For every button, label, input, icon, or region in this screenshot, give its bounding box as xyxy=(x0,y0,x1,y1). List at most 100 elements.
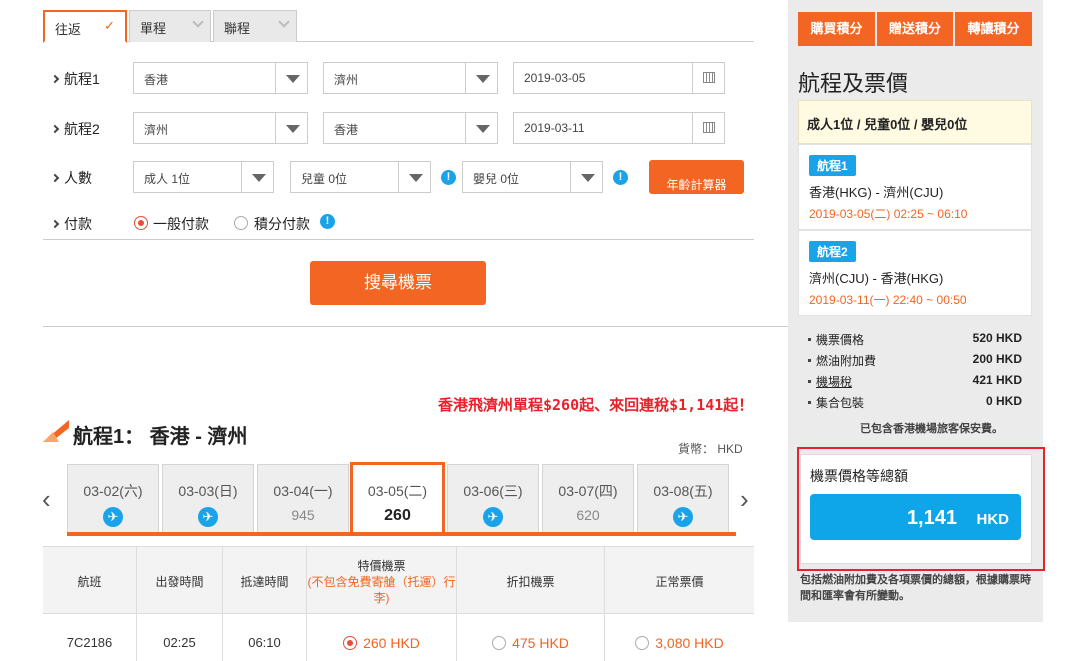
caret-down-icon xyxy=(286,75,300,83)
calendar-button[interactable] xyxy=(692,113,724,143)
caret-down-icon xyxy=(476,75,490,83)
tab-round-trip[interactable]: 往返 ✓ xyxy=(43,10,127,43)
divider xyxy=(43,239,754,240)
leg2-badge: 航程2 xyxy=(809,241,856,262)
col-special: 特價機票 (不包含免費寄艙（托運）行李) xyxy=(307,547,457,615)
tab-multi-city[interactable]: 聯程 xyxy=(213,10,297,42)
trip-type-tabs: 往返 ✓ 單程 聯程 xyxy=(43,10,754,43)
leg2-time: 2019-03-11(一) 22:40 ~ 00:50 xyxy=(809,293,967,307)
dropdown-button[interactable] xyxy=(275,63,307,93)
date-cell[interactable]: 03-07(四) 620 xyxy=(542,464,634,534)
airport-tax-link[interactable]: 機場稅 xyxy=(816,375,852,389)
leg1-label: 航程1 xyxy=(50,69,100,89)
flight-section-title: 航程1： 香港 - 濟州 xyxy=(73,426,248,448)
cell-depart: 02:25 xyxy=(137,614,223,661)
cell-arrive: 06:10 xyxy=(223,614,307,661)
leg2-date-field[interactable]: 2019-03-11 xyxy=(513,112,725,144)
date-label: 03-02(六) xyxy=(83,483,143,499)
date-cell-selected[interactable]: 03-05(二) 260 xyxy=(350,462,445,536)
payment-label: 付款 xyxy=(50,214,92,234)
gift-points-button[interactable]: 贈送積分 xyxy=(877,12,953,46)
divider xyxy=(43,326,788,327)
child-select[interactable]: 兒童 0位 xyxy=(290,161,431,193)
date-price: 620 xyxy=(576,507,600,523)
date-cell[interactable]: 03-08(五) ✈ xyxy=(637,464,729,534)
next-dates-icon[interactable]: › xyxy=(740,484,749,515)
fare-regular-radio[interactable] xyxy=(635,636,650,650)
fare-discount-price: 475 HKD xyxy=(512,635,569,651)
date-price: 945 xyxy=(291,507,315,523)
cell-discount: 475 HKD xyxy=(457,614,605,661)
leg2-date-value: 2019-03-11 xyxy=(524,121,585,135)
leg2-from-select[interactable]: 濟州 xyxy=(133,112,308,144)
tab-one-way[interactable]: 單程 xyxy=(129,10,211,42)
date-label: 03-04(一) xyxy=(273,483,333,499)
date-cell[interactable]: 03-02(六) ✈ xyxy=(67,464,159,534)
plane-icon: ✈ xyxy=(673,507,693,527)
payment-normal-radio[interactable] xyxy=(134,216,148,230)
caret-down-icon xyxy=(476,125,490,133)
fare-line-ticket: 機票價格 520 HKD xyxy=(808,331,1022,348)
buy-points-button[interactable]: 購買積分 xyxy=(798,12,875,46)
adult-select[interactable]: 成人 1位 xyxy=(133,161,274,193)
plane-icon: ✈ xyxy=(483,507,503,527)
leg1-to-select[interactable]: 濟州 xyxy=(323,62,498,94)
points-info-icon[interactable]: ! xyxy=(320,214,335,229)
passenger-summary: 成人1位 / 兒童0位 / 嬰兒0位 xyxy=(798,100,1032,144)
date-label: 03-08(五) xyxy=(653,483,713,499)
total-note: 包括燃油附加費及各項票價的總額，根據購票時間和匯率會有所變動。 xyxy=(800,574,1031,602)
search-flights-button[interactable]: 搜尋機票 xyxy=(310,261,486,305)
fare-special-price: 260 HKD xyxy=(363,635,420,651)
check-icon: ✓ xyxy=(104,18,115,33)
leg1-badge: 航程1 xyxy=(809,155,856,176)
promo-banner: 香港飛濟州單程$260起、來回連稅$1,141起！ xyxy=(438,396,754,414)
panel-title: 航程及票價 xyxy=(798,71,909,96)
leg1-from-select[interactable]: 香港 xyxy=(133,62,308,94)
calendar-button[interactable] xyxy=(692,63,724,93)
fare-discount-radio[interactable] xyxy=(492,636,507,650)
infant-select[interactable]: 嬰兒 0位 xyxy=(462,161,603,193)
chevron-right-icon xyxy=(50,74,60,84)
col-depart: 出發時間 xyxy=(137,547,223,615)
plane-icon: ✈ xyxy=(103,507,123,527)
date-cell[interactable]: 03-04(一) 945 xyxy=(257,464,349,534)
leg1-summary: 航程1 香港(HKG) - 濟州(CJU) 2019-03-05(二) 02:2… xyxy=(798,144,1032,230)
col-arrive: 抵達時間 xyxy=(223,547,307,615)
total-amount-box: 1,141 HKD xyxy=(810,494,1021,540)
date-label: 03-07(四) xyxy=(558,483,618,499)
leg2-to-value: 香港 xyxy=(334,123,359,137)
prev-dates-icon[interactable]: ‹ xyxy=(42,484,51,515)
leg2-label: 航程2 xyxy=(50,119,100,139)
caret-down-icon xyxy=(252,174,266,182)
child-info-icon[interactable]: ! xyxy=(441,170,456,185)
payment-normal-label: 一般付款 xyxy=(153,216,209,232)
payment-points-radio[interactable] xyxy=(234,216,248,230)
dropdown-button[interactable] xyxy=(241,162,273,192)
payment-points-label: 積分付款 xyxy=(254,216,310,232)
col-flight: 航班 xyxy=(43,547,137,615)
col-regular: 正常票價 xyxy=(655,574,704,589)
passengers-label: 人數 xyxy=(50,168,92,188)
dropdown-button[interactable] xyxy=(465,113,497,143)
dropdown-button[interactable] xyxy=(275,113,307,143)
transfer-points-button[interactable]: 轉讓積分 xyxy=(955,12,1032,46)
date-cell[interactable]: 03-06(三) ✈ xyxy=(447,464,539,534)
dropdown-button[interactable] xyxy=(398,162,430,192)
dropdown-button[interactable] xyxy=(465,63,497,93)
tab-label: 單程 xyxy=(140,21,167,36)
cell-regular: 3,080 HKD xyxy=(605,614,754,661)
age-calculator-button[interactable]: 年齡計算器 xyxy=(649,160,744,194)
leg1-date-field[interactable]: 2019-03-05 xyxy=(513,62,725,94)
leg1-time: 2019-03-05(二) 02:25 ~ 06:10 xyxy=(809,207,968,221)
fare-special-radio[interactable] xyxy=(343,636,358,650)
tab-label: 聯程 xyxy=(224,21,251,36)
dropdown-button[interactable] xyxy=(570,162,602,192)
caret-down-icon xyxy=(581,174,595,182)
fare-line-bundle: 集合包裝 0 HKD xyxy=(808,394,1022,411)
fare-regular-price: 3,080 HKD xyxy=(655,635,724,651)
date-selected-bar xyxy=(67,532,736,536)
infant-info-icon[interactable]: ! xyxy=(613,170,628,185)
date-cell[interactable]: 03-03(日) ✈ xyxy=(162,464,254,534)
leg2-to-select[interactable]: 香港 xyxy=(323,112,498,144)
chevron-right-icon xyxy=(50,219,60,229)
